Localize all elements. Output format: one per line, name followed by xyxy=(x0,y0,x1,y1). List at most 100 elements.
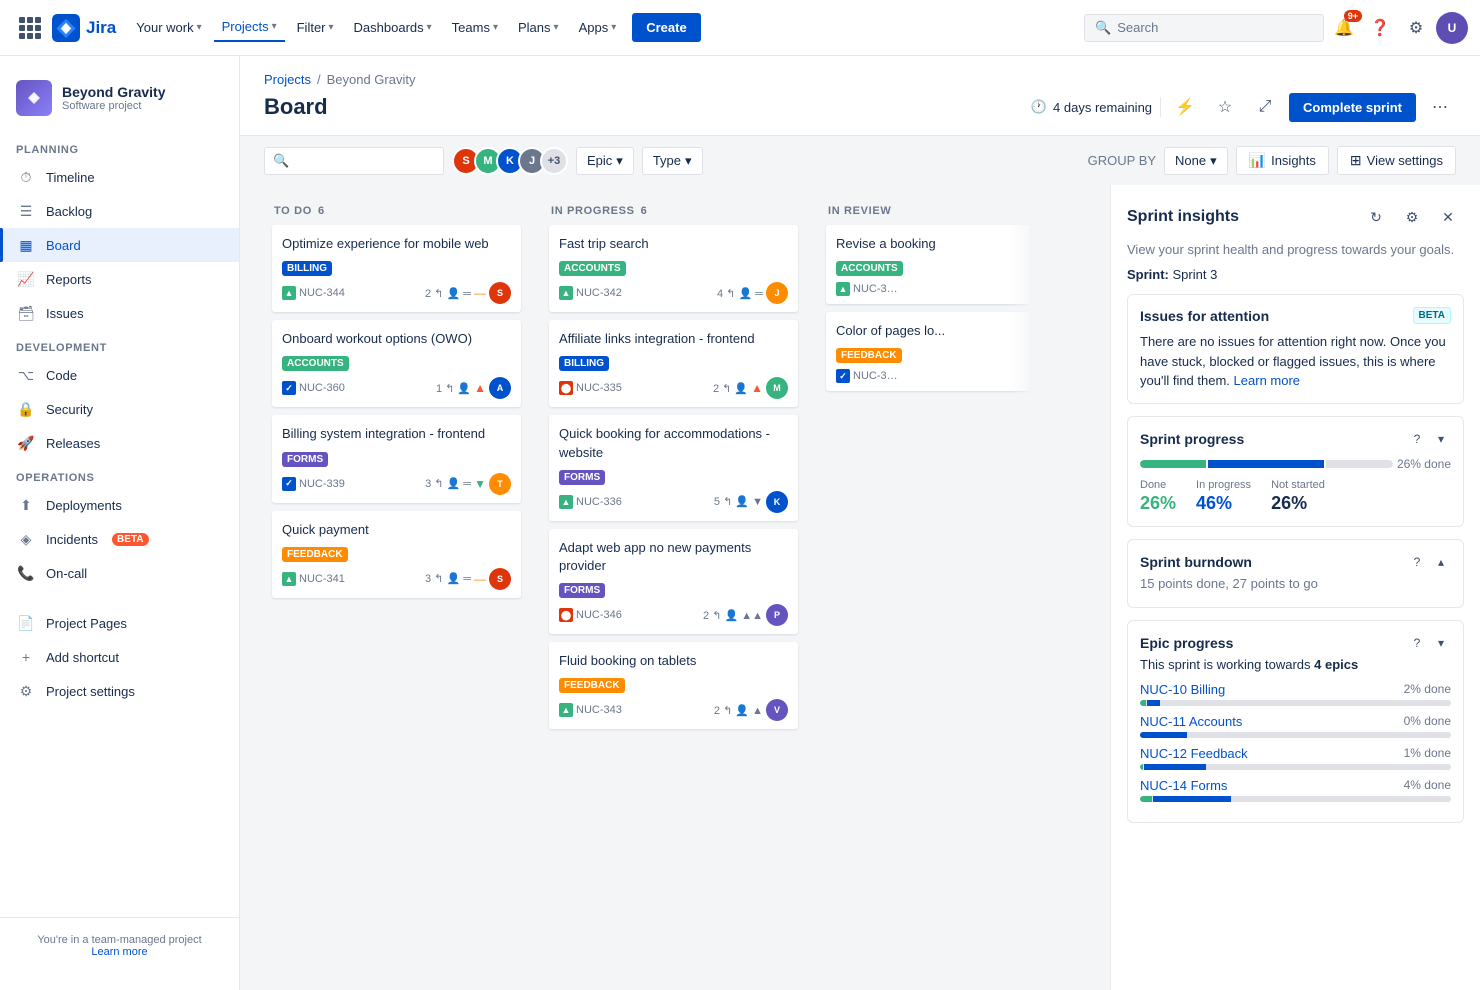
stat-notstarted: Not started 26% xyxy=(1271,479,1325,514)
epic-item-header: NUC-11 Accounts 0% done xyxy=(1140,714,1451,729)
issues-attention-text: There are no issues for attention right … xyxy=(1140,332,1451,391)
card-nuc-342[interactable]: Fast trip search ACCOUNTS ▲ NUC-342 4 ↰ … xyxy=(549,225,798,312)
complete-sprint-button[interactable]: Complete sprint xyxy=(1289,93,1416,122)
sidebar-item-deployments[interactable]: ⬆ Deployments xyxy=(0,488,239,522)
star-btn[interactable]: ☆ xyxy=(1209,91,1241,123)
dashboards-nav[interactable]: Dashboards ▾ xyxy=(346,14,440,41)
code-icon: ⌥ xyxy=(16,365,36,385)
burndown-expand-btn[interactable]: ▴ xyxy=(1431,552,1451,572)
sidebar-item-label-deployments: Deployments xyxy=(46,498,122,513)
more-actions-btn[interactable]: ⋯ xyxy=(1424,91,1456,123)
create-button[interactable]: Create xyxy=(632,13,700,42)
card-issue: ⬤ NUC-346 xyxy=(559,608,622,622)
card-nuc-336[interactable]: Quick booking for accommodations - websi… xyxy=(549,415,798,520)
sidebar-item-board[interactable]: ▦ Board xyxy=(0,228,239,262)
sidebar-item-timeline[interactable]: ⏱ Timeline xyxy=(0,160,239,194)
projects-nav[interactable]: Projects ▾ xyxy=(214,13,285,42)
jira-logo[interactable]: Jira xyxy=(52,14,116,42)
sidebar-item-label-security: Security xyxy=(46,402,93,417)
expand-btn[interactable]: ⤢ xyxy=(1249,91,1281,123)
plans-nav[interactable]: Plans ▾ xyxy=(510,14,567,41)
search-input[interactable] xyxy=(1117,20,1313,35)
card-inreview-2[interactable]: Color of pages lo... FEEDBACK ✓ NUC-3… xyxy=(826,312,1030,391)
card-nuc-360[interactable]: Onboard workout options (OWO) ACCOUNTS ✓… xyxy=(272,320,521,407)
sidebar-item-backlog[interactable]: ☰ Backlog xyxy=(0,194,239,228)
your-work-nav[interactable]: Your work ▾ xyxy=(128,14,209,41)
project-pages-icon: 📄 xyxy=(16,613,36,633)
clock-icon: 🕐 xyxy=(1031,99,1047,115)
apps-nav[interactable]: Apps ▾ xyxy=(571,14,625,41)
apps-grid-button[interactable] xyxy=(12,10,48,46)
stat-inprogress-value: 46% xyxy=(1196,493,1251,514)
progress-help-btn[interactable]: ? xyxy=(1407,429,1427,449)
sidebar-item-label-backlog: Backlog xyxy=(46,204,92,219)
epic-filter-btn[interactable]: Epic ▾ xyxy=(576,147,634,175)
epic-help-btn[interactable]: ? xyxy=(1407,633,1427,653)
search-box[interactable]: 🔍 xyxy=(1084,14,1324,42)
card-tag-accounts: ACCOUNTS xyxy=(282,356,349,371)
help-icon: ❓ xyxy=(1370,18,1390,38)
insights-refresh-btn[interactable]: ↻ xyxy=(1360,201,1392,233)
group-by-select[interactable]: None ▾ xyxy=(1164,147,1228,175)
sidebar-item-issues[interactable]: 🗃 Issues xyxy=(0,296,239,330)
epic-forms-link[interactable]: NUC-14 Forms xyxy=(1140,778,1227,793)
sidebar-footer: You're in a team-managed project Learn m… xyxy=(0,917,239,974)
type-filter-btn[interactable]: Type ▾ xyxy=(642,147,703,175)
card-nuc-343[interactable]: Fluid booking on tablets FEEDBACK ▲ NUC-… xyxy=(549,642,798,729)
card-inreview-1[interactable]: Revise a booking ACCOUNTS ▲ NUC-3… xyxy=(826,225,1030,304)
breadcrumb-projects-link[interactable]: Projects xyxy=(264,72,311,87)
view-settings-label: View settings xyxy=(1367,153,1443,168)
card-meta: 3 ↰ 👤 ═ — S xyxy=(425,568,511,590)
user-avatar[interactable]: U xyxy=(1436,12,1468,44)
epic-accounts-link[interactable]: NUC-11 Accounts xyxy=(1140,714,1242,729)
burndown-help-btn[interactable]: ? xyxy=(1407,552,1427,572)
sidebar-item-releases[interactable]: 🚀 Releases xyxy=(0,426,239,460)
sidebar-item-add-shortcut[interactable]: + Add shortcut xyxy=(0,640,239,674)
card-footer: ▲ NUC-341 3 ↰ 👤 ═ — S xyxy=(282,568,511,590)
card-nuc-346[interactable]: Adapt web app no new payments provider F… xyxy=(549,529,798,634)
sidebar-item-oncall[interactable]: 📞 On-call xyxy=(0,556,239,590)
sidebar-item-code[interactable]: ⌥ Code xyxy=(0,358,239,392)
card-nuc-341[interactable]: Quick payment FEEDBACK ▲ NUC-341 3 ↰ 👤 ═… xyxy=(272,511,521,598)
sidebar-item-security[interactable]: 🔒 Security xyxy=(0,392,239,426)
board-search[interactable]: 🔍 xyxy=(264,147,444,175)
sidebar-item-incidents[interactable]: ◈ Incidents BETA xyxy=(0,522,239,556)
epic-feedback-link[interactable]: NUC-12 Feedback xyxy=(1140,746,1248,761)
epic-collapse-btn[interactable]: ▾ xyxy=(1431,633,1451,653)
progress-collapse-btn[interactable]: ▾ xyxy=(1431,429,1451,449)
card-footer: ▲ NUC-343 2 ↰ 👤 ▲ V xyxy=(559,699,788,721)
story-icon: ▲ xyxy=(282,286,296,300)
insights-close-btn[interactable]: ✕ xyxy=(1432,201,1464,233)
help-button[interactable]: ❓ xyxy=(1364,12,1396,44)
view-settings-button[interactable]: ⊞ View settings xyxy=(1337,146,1456,175)
reports-icon: 📈 xyxy=(16,269,36,289)
card-nuc-344[interactable]: Optimize experience for mobile web BILLI… xyxy=(272,225,521,312)
lightning-btn[interactable]: ⚡ xyxy=(1169,91,1201,123)
card-nuc-339[interactable]: Billing system integration - frontend FO… xyxy=(272,415,521,502)
teams-nav[interactable]: Teams ▾ xyxy=(444,14,506,41)
card-title: Affiliate links integration - frontend xyxy=(559,330,788,348)
sidebar-footer-link[interactable]: Learn more xyxy=(91,946,147,958)
epic-billing-link[interactable]: NUC-10 Billing xyxy=(1140,682,1225,697)
backlog-icon: ☰ xyxy=(16,201,36,221)
sidebar-item-project-pages[interactable]: 📄 Project Pages xyxy=(0,606,239,640)
card-meta: 1 ↰ 👤 ▲ A xyxy=(436,377,511,399)
insights-description: View your sprint health and progress tow… xyxy=(1111,241,1480,267)
sidebar-item-project-settings[interactable]: ⚙ Project settings xyxy=(0,674,239,708)
notifications-button[interactable]: 🔔 9+ xyxy=(1328,12,1360,44)
learn-more-link[interactable]: Learn more xyxy=(1234,373,1300,388)
sidebar-item-reports[interactable]: 📈 Reports xyxy=(0,262,239,296)
breadcrumb-project-name: Beyond Gravity xyxy=(327,72,416,87)
card-nuc-335[interactable]: Affiliate links integration - frontend B… xyxy=(549,320,798,407)
epic-item-accounts: NUC-11 Accounts 0% done xyxy=(1140,714,1451,738)
story-icon: ▲ xyxy=(559,495,573,509)
insights-settings-btn[interactable]: ⚙ xyxy=(1396,201,1428,233)
filter-nav[interactable]: Filter ▾ xyxy=(289,14,342,41)
settings-button[interactable]: ⚙ xyxy=(1400,12,1432,44)
insights-button[interactable]: 📊 Insights xyxy=(1236,146,1329,175)
group-by-value: None xyxy=(1175,153,1206,168)
board-title: Board xyxy=(264,94,328,120)
board-search-input[interactable] xyxy=(295,153,435,168)
type-filter-chevron: ▾ xyxy=(685,153,692,169)
avatar-count[interactable]: +3 xyxy=(540,147,568,175)
